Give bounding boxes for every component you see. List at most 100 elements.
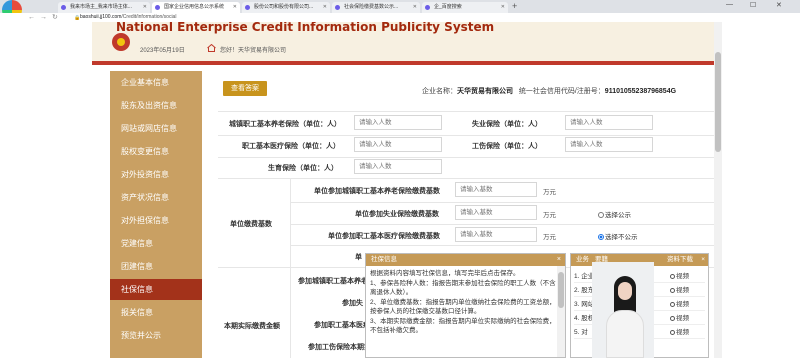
unemployment-count-input[interactable]	[565, 115, 653, 130]
radio-icon	[598, 212, 604, 218]
video-link[interactable]: 视频	[670, 326, 689, 339]
sidebar-item-customs[interactable]: 报关信息	[110, 302, 202, 323]
other-base-label: 单	[355, 254, 362, 261]
popup-scrollbar[interactable]	[557, 266, 565, 357]
minimize-icon[interactable]: —	[726, 1, 733, 8]
header-date: 2023年05月19日	[140, 48, 185, 54]
popup-line: 2、单位缴费基数：指报告期内单位缴纳社会保险费的工资总额，按参保人员的社保缴交基…	[370, 298, 556, 316]
pension-count-input[interactable]	[354, 115, 442, 130]
video-link[interactable]: 视频	[670, 270, 689, 283]
radio-public[interactable]: 选择公示	[598, 209, 631, 219]
sidebar-item-social-security[interactable]: 社保信息	[110, 279, 202, 300]
injury-count-input[interactable]	[565, 137, 653, 152]
tab-favicon-icon	[245, 5, 250, 10]
browser-tab[interactable]: 社会保险缴费基数公示... ✕	[332, 2, 420, 13]
tab-business[interactable]: 业务	[576, 254, 589, 266]
popup-scrollbar-thumb[interactable]	[558, 272, 564, 308]
tab-close-icon[interactable]: ✕	[233, 2, 237, 13]
radio-public-label: 选择公示	[605, 212, 631, 219]
url-path: /Credit/information/social	[121, 14, 177, 20]
unit-label: 万元	[543, 234, 556, 241]
sidebar-item-equity-change[interactable]: 股权变更信息	[110, 141, 202, 162]
sidebar-item-shareholders[interactable]: 股东及出资信息	[110, 95, 202, 116]
radio-private[interactable]: 选择不公示	[598, 231, 638, 241]
unit-label: 万元	[543, 212, 556, 219]
maximize-icon[interactable]: ☐	[750, 1, 756, 9]
tab-title: 企_百度搜索	[434, 4, 462, 10]
tab-title: 社会保险缴费基数公示...	[344, 4, 399, 10]
tab-download[interactable]: 资料下载	[667, 254, 693, 266]
video-link[interactable]: 视频	[670, 298, 689, 311]
close-window-icon[interactable]: ✕	[776, 1, 782, 9]
grid-line	[290, 224, 714, 225]
contribution-base-group-label: 单位缴费基数	[230, 221, 272, 228]
sidebar-item-basic-info[interactable]: 企业基本信息	[110, 72, 202, 93]
medical-base-label: 单位参加职工基本医疗保险缴费基数	[328, 233, 440, 240]
credit-code-label: 统一社会信用代码/注册号：	[518, 88, 605, 95]
unemployment-amount-label: 参加失	[342, 300, 363, 307]
sidebar-item-label: 股东及出资信息	[121, 101, 177, 110]
video-label: 视频	[676, 287, 689, 294]
medical-count-input[interactable]	[354, 137, 442, 152]
url-field[interactable]: baoshuii.jj100.com/Credit/information/so…	[80, 14, 176, 20]
pension-count-label: 城镇职工基本养老保险（单位：人）	[229, 121, 341, 128]
tab-title: 股份公司和股份有限公司...	[254, 4, 314, 10]
company-name: 天华贸易有限公司	[457, 88, 513, 95]
welcome-text: 您好！天华贸易有限公司	[220, 48, 287, 54]
new-tab-button[interactable]: +	[512, 1, 517, 11]
national-emblem-icon	[112, 33, 130, 51]
medical-base-input[interactable]	[455, 227, 537, 242]
popup-header: 社保信息 ×	[366, 254, 565, 266]
browser-tab[interactable]: 股份公司和股份有限公司... ✕	[242, 2, 330, 13]
grid-line	[218, 135, 714, 136]
video-link[interactable]: 视频	[670, 312, 689, 325]
sidebar-item-website[interactable]: 网站或网店信息	[110, 118, 202, 139]
tab-close-icon[interactable]: ✕	[143, 2, 147, 13]
video-link[interactable]: 视频	[670, 284, 689, 297]
panel-close-icon[interactable]: ×	[701, 254, 705, 266]
maternity-count-input[interactable]	[354, 159, 442, 174]
tab-favicon-icon	[335, 5, 340, 10]
play-icon	[670, 330, 675, 335]
sidebar-item-investment[interactable]: 对外投资信息	[110, 164, 202, 185]
tab-title: 国家企业信用信息公示系统	[164, 4, 225, 10]
radio-selected-icon	[598, 234, 604, 240]
tab-favicon-icon	[425, 5, 430, 10]
credit-code: 91101055238796854G	[604, 88, 677, 95]
unemployment-base-input[interactable]	[455, 205, 537, 220]
instructions-popup: 社保信息 × 根据资料内容填写社保信息，填写完毕后点击保存。 1、参保各险种人数…	[365, 253, 566, 358]
popup-body: 根据资料内容填写社保信息，填写完毕后点击保存。 1、参保各险种人数：指报告期末参…	[370, 269, 556, 336]
home-icon[interactable]	[207, 44, 216, 52]
browser-tab[interactable]: 企_百度搜索 ✕	[422, 2, 508, 13]
back-icon[interactable]: ←	[28, 14, 35, 21]
tab-close-icon[interactable]: ✕	[413, 2, 417, 13]
sidebar-item-preview[interactable]: 预览并公示	[110, 325, 202, 346]
sidebar-item-assets[interactable]: 资产状况信息	[110, 187, 202, 208]
video-label: 视频	[676, 301, 689, 308]
pension-base-input[interactable]	[455, 182, 537, 197]
grid-line	[290, 202, 714, 203]
sidebar-item-guarantee[interactable]: 对外担保信息	[110, 210, 202, 231]
tab-close-icon[interactable]: ✕	[501, 2, 505, 13]
company-info-line: 企业名称：天华贸易有限公司 统一社会信用代码/注册号：9110105523879…	[422, 86, 676, 96]
browser-tab[interactable]: 我来市场主_我来市场主体... ✕	[58, 2, 150, 13]
grid-line	[290, 178, 291, 358]
page-scrollbar[interactable]	[714, 22, 722, 358]
scrollbar-thumb[interactable]	[715, 52, 721, 152]
sidebar-item-league[interactable]: 团建信息	[110, 256, 202, 277]
pension-base-label: 单位参加城镇职工基本养老保险缴费基数	[314, 188, 440, 195]
sidebar-item-party[interactable]: 党建信息	[110, 233, 202, 254]
medical-amount-label: 参加职工基本医疗	[314, 322, 370, 329]
popup-close-icon[interactable]: ×	[557, 254, 561, 266]
tab-close-icon[interactable]: ✕	[323, 2, 327, 13]
view-answer-button[interactable]: 查看答案	[223, 81, 267, 96]
address-bar: ← → ↻ 🔒 baoshuii.jj100.com/Credit/inform…	[0, 13, 800, 22]
forward-icon[interactable]: →	[40, 14, 47, 21]
unemployment-count-label: 失业保险（单位：人）	[472, 121, 542, 128]
reload-icon[interactable]: ↻	[52, 14, 58, 21]
sidebar-item-label: 股权变更信息	[121, 147, 169, 156]
medical-count-label: 职工基本医疗保险（单位：人）	[242, 143, 340, 150]
video-label: 视频	[676, 273, 689, 280]
browser-tab-active[interactable]: 国家企业信用信息公示系统 ✕	[152, 2, 240, 13]
tab-favicon-icon	[155, 5, 160, 10]
